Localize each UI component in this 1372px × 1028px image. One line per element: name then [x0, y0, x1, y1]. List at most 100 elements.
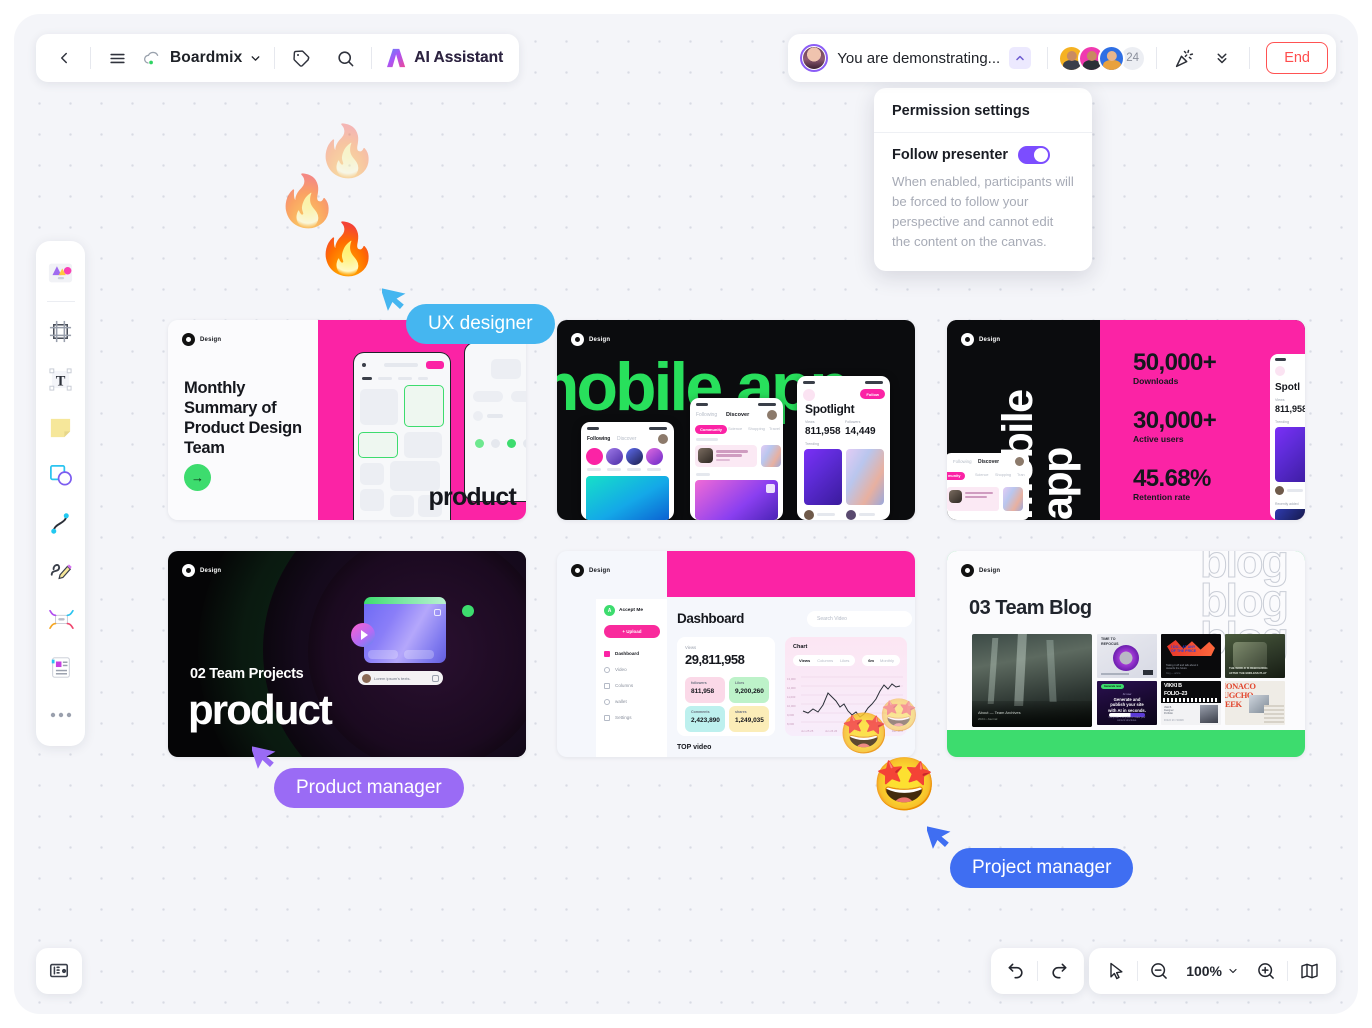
- card1-badge: Design: [182, 333, 221, 346]
- tag-button[interactable]: [279, 38, 323, 78]
- permission-settings-popover: Permission settings Follow presenter Whe…: [874, 88, 1092, 271]
- card2-badge-label: Design: [589, 336, 611, 343]
- divider: [1047, 47, 1049, 69]
- text-icon: T: [49, 367, 72, 391]
- back-button[interactable]: [42, 38, 86, 78]
- card1-arrow-button[interactable]: →: [184, 464, 211, 491]
- card6-thumb-3: THE WORLD IS REBUILDING AFTER THE ENDLES…: [1225, 634, 1285, 678]
- sidebar-item-frame[interactable]: [41, 309, 81, 353]
- zoom-out-button[interactable]: [1138, 952, 1180, 990]
- card1-accent-word: product: [428, 483, 517, 511]
- fire-emoji-1[interactable]: 🔥: [316, 126, 378, 176]
- undo-icon: [1008, 963, 1023, 979]
- card5-upload-button[interactable]: + Upload: [604, 625, 660, 638]
- card4-badge: Design: [182, 564, 221, 577]
- follow-presenter-toggle[interactable]: [1018, 146, 1051, 164]
- divider: [371, 47, 373, 69]
- presentation-board-icon: [49, 963, 69, 978]
- card6-badge: Design: [961, 564, 1000, 577]
- card5-sidebar: A Accept Me + Upload Dashboard Video Col…: [596, 599, 667, 757]
- card4-kicker: 02 Team Projects: [190, 666, 304, 682]
- participant-avatars[interactable]: 24: [1058, 44, 1147, 72]
- card-team-blog[interactable]: blogblogblog About — Team Archives 2024 …: [947, 551, 1305, 757]
- search-button[interactable]: [323, 38, 367, 78]
- star-struck-emoji-2[interactable]: 🤩: [879, 699, 919, 731]
- svg-text:T: T: [56, 373, 66, 389]
- card2-stat1-label: Views: [805, 420, 815, 424]
- fire-emoji-2[interactable]: 🔥: [276, 176, 338, 226]
- design-dot-icon: [961, 333, 974, 346]
- card5-stat-comments: Comments 2,423,890: [685, 706, 725, 732]
- sidebar-item-connector[interactable]: [41, 501, 81, 545]
- follow-presenter-row: Follow presenter: [892, 146, 1074, 164]
- end-presentation-button[interactable]: End: [1266, 42, 1328, 74]
- card5-title: Dashboard: [677, 611, 744, 626]
- presentation-board-button[interactable]: [36, 948, 82, 994]
- divider: [1249, 47, 1251, 69]
- card2-phone-2: Following Discover Community Science Sho…: [690, 398, 783, 520]
- card6-thumb-1: TIME TO REFOCUS: [1097, 634, 1157, 678]
- card-mobile-app-stats[interactable]: mobile app 50,000+ Downloads 30,000+ Act…: [947, 320, 1305, 520]
- cursor-pointer-icon: [925, 826, 951, 849]
- board-name-dropdown[interactable]: Boardmix: [139, 38, 270, 78]
- redo-button[interactable]: [1038, 952, 1080, 990]
- card2-phone-3: Follow Spotlight Views 811,958 Followers…: [797, 376, 890, 520]
- sidebar-item-sticky-note[interactable]: [41, 405, 81, 449]
- card5-stat-likes: Likes 9,200,260: [729, 677, 769, 703]
- card5-stat-shares: shares 1,249,035: [729, 706, 769, 732]
- card3-phone-mock: Spotl Views 811,958 Trending Recently ad…: [1270, 354, 1305, 520]
- history-toolbar: [991, 948, 1084, 994]
- pen-icon: [50, 564, 72, 580]
- sidebar-item-more[interactable]: [41, 693, 81, 737]
- cursor-pointer-icon: [380, 288, 406, 311]
- undo-button[interactable]: [995, 952, 1037, 990]
- cursor-ux-designer: [380, 282, 408, 317]
- shapes-icon: [50, 464, 72, 485]
- star-struck-emoji-3[interactable]: 🤩: [872, 759, 937, 811]
- sidebar-item-shapes[interactable]: [41, 453, 81, 497]
- sidebar-item-templates[interactable]: [41, 250, 81, 294]
- whiteboard-canvas[interactable]: Design Monthly Summary of Product Design…: [14, 14, 1358, 1014]
- ai-assistant-button[interactable]: AI Assistant: [376, 38, 513, 78]
- celebrate-button[interactable]: [1167, 41, 1201, 75]
- templates-icon: [48, 263, 73, 282]
- select-tool-button[interactable]: [1095, 952, 1137, 990]
- zoom-in-button[interactable]: [1245, 952, 1287, 990]
- card2-trending-label: Trending: [805, 442, 820, 446]
- tag-icon: [293, 49, 310, 67]
- zoom-level-value: 100%: [1186, 963, 1222, 979]
- sidebar-item-text[interactable]: T: [41, 357, 81, 401]
- collapse-button[interactable]: [1205, 41, 1239, 75]
- sidebar-item-mindmap[interactable]: [41, 597, 81, 641]
- fire-emoji-3[interactable]: 🔥: [316, 224, 378, 274]
- chevron-up-icon[interactable]: [1009, 47, 1032, 69]
- chevron-down-icon: [1229, 968, 1237, 974]
- card-monthly-summary[interactable]: Design Monthly Summary of Product Design…: [168, 320, 526, 520]
- card1-phone-mock-2: [464, 342, 526, 502]
- minimap-icon: [1300, 963, 1318, 979]
- divider: [274, 47, 276, 69]
- redo-icon: [1052, 963, 1067, 979]
- sidebar-item-pen[interactable]: [41, 549, 81, 593]
- zoom-toolbar: 100%: [1089, 948, 1336, 994]
- card5-badge: Design: [571, 564, 610, 577]
- zoom-level-dropdown[interactable]: 100%: [1180, 952, 1245, 990]
- card-team-projects[interactable]: Lorem ipsum's texts. Design 02 Team Proj…: [168, 551, 526, 757]
- presenter-status-chip[interactable]: You are demonstrating...: [796, 38, 1037, 78]
- card5-pink-header: [667, 551, 915, 597]
- card6-thumb-4: Generate now AI now Generate and publish …: [1097, 681, 1157, 725]
- card4-play-button[interactable]: [351, 623, 375, 647]
- avatar[interactable]: [1098, 44, 1126, 72]
- card-mobile-app[interactable]: mobile app Following Discover: [557, 320, 915, 520]
- card1-badge-label: Design: [200, 336, 222, 343]
- sidebar-item-document[interactable]: [41, 645, 81, 689]
- card3-badge: Design: [961, 333, 1000, 346]
- card5-search-input[interactable]: Search Video: [807, 611, 912, 627]
- card2-phone-1: Following Discover: [581, 422, 674, 520]
- card3-stat-2: 30,000+ Active users: [1133, 407, 1217, 445]
- minimap-button[interactable]: [1288, 952, 1330, 990]
- divider: [46, 301, 75, 302]
- menu-button[interactable]: [95, 38, 139, 78]
- board-name: Boardmix: [170, 49, 243, 66]
- design-dot-icon: [182, 564, 195, 577]
